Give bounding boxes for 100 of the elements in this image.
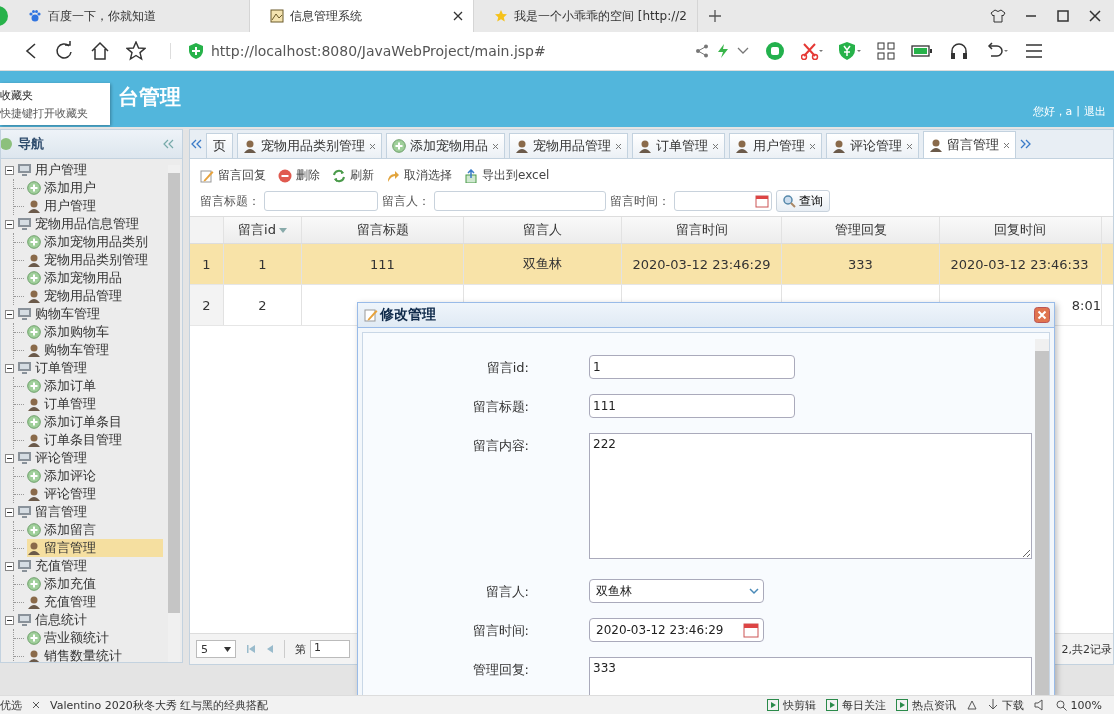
tab[interactable]: 评论管理 — [826, 133, 919, 158]
status-item[interactable]: 热点资讯 — [895, 697, 956, 713]
tree-item[interactable]: 添加留言 — [27, 521, 98, 539]
url-text[interactable]: http://localhost:8080/JavaWebProject/main.jsp# — [211, 43, 546, 59]
tree-folder[interactable]: 留言管理 — [35, 503, 87, 521]
text-area[interactable]: 333 — [589, 657, 1032, 695]
date-field[interactable]: 2020-03-12 23:46:29 — [589, 618, 764, 642]
grid-icon[interactable] — [877, 42, 895, 60]
tree-item[interactable]: 留言管理 — [27, 539, 163, 557]
tree-item[interactable]: 充值管理 — [27, 593, 98, 611]
tree-folder[interactable]: 宠物用品信息管理 — [35, 215, 139, 233]
text-area[interactable]: 222 — [589, 433, 1032, 559]
chevron-down-icon[interactable] — [737, 47, 749, 55]
expander-icon[interactable] — [5, 507, 14, 517]
scissors-icon[interactable] — [801, 42, 823, 60]
back-icon[interactable] — [24, 42, 38, 60]
tree-item[interactable]: 添加评论 — [27, 467, 98, 485]
tree-item[interactable]: 营业额统计 — [27, 629, 111, 647]
calendar-icon[interactable] — [755, 194, 769, 208]
page-field[interactable]: 1 — [310, 640, 350, 658]
status-item[interactable]: 快剪辑 — [766, 697, 816, 713]
tree-item[interactable]: 用户管理 — [27, 197, 98, 215]
tree-folder[interactable]: 评论管理 — [35, 449, 87, 467]
lightning-icon[interactable] — [717, 44, 729, 58]
tree-item[interactable]: 添加订单条目 — [27, 413, 124, 431]
column-header[interactable]: 回复时间 — [940, 217, 1102, 243]
expander-icon[interactable] — [5, 309, 14, 319]
yen-shield-icon[interactable] — [839, 42, 861, 60]
share-icon[interactable] — [695, 44, 709, 58]
column-header[interactable]: 留言人 — [464, 217, 622, 243]
column-header[interactable]: 留言id — [224, 217, 302, 243]
tree-folder[interactable]: 用户管理 — [35, 161, 87, 179]
tab[interactable]: 留言管理 — [923, 131, 1016, 158]
column-header[interactable]: 管理回复 — [782, 217, 940, 243]
tree-item[interactable]: 宠物用品管理 — [27, 287, 124, 305]
tree-item[interactable]: 添加购物车 — [27, 323, 111, 341]
expander-icon[interactable] — [5, 363, 14, 373]
battery-icon[interactable] — [911, 44, 933, 58]
search-field[interactable] — [264, 191, 378, 211]
tree-folder[interactable]: 购物车管理 — [35, 305, 100, 323]
menu-icon[interactable] — [1025, 43, 1043, 59]
star-icon[interactable] — [126, 41, 146, 61]
select-field[interactable]: 双鱼林 — [589, 579, 764, 603]
input-field[interactable]: 1 — [589, 355, 795, 379]
news-headline[interactable]: Valentino 2020秋冬大秀 红与黑的经典搭配 — [50, 697, 269, 713]
browser-tab[interactable]: 信息管理系统 — [250, 0, 474, 32]
tab[interactable]: 宠物用品类别管理 — [237, 133, 382, 158]
zoom-level[interactable]: 100% — [1055, 698, 1102, 712]
tree-folder[interactable]: 信息统计 — [35, 611, 87, 629]
toolbar-button[interactable]: 删除 — [276, 165, 322, 186]
page-size-select[interactable]: 5 — [196, 640, 236, 658]
undo-icon[interactable] — [985, 42, 1009, 60]
tree-item[interactable]: 添加订单 — [27, 377, 98, 395]
tree-item[interactable]: 添加宠物用品类别 — [27, 233, 150, 251]
headphones-icon[interactable] — [949, 41, 969, 61]
close-icon[interactable] — [1088, 9, 1102, 23]
new-tab-icon[interactable] — [708, 9, 722, 23]
close-icon[interactable] — [32, 701, 40, 709]
input-field[interactable]: 111 — [589, 394, 795, 418]
column-header[interactable]: 留言时间 — [622, 217, 782, 243]
date-field[interactable] — [674, 191, 772, 211]
download-button[interactable]: 下载 — [987, 697, 1024, 713]
home-icon[interactable] — [90, 41, 110, 61]
reload-icon[interactable] — [54, 41, 74, 61]
table-row[interactable]: 1 1 111 双鱼林 2020-03-12 23:46:29 333 2020-03-12 23:46:33 — [190, 244, 1113, 285]
close-icon[interactable] — [453, 11, 463, 21]
tab[interactable]: 用户管理 — [729, 133, 822, 158]
tree-item[interactable]: 订单条目管理 — [27, 431, 124, 449]
shirt-icon[interactable] — [990, 9, 1006, 23]
toolbar-button[interactable]: 导出到excel — [462, 165, 552, 186]
tree-item[interactable]: 评论管理 — [27, 485, 98, 503]
search-button[interactable]: 查询 — [776, 190, 830, 212]
expander-icon[interactable] — [5, 165, 14, 175]
expander-icon[interactable] — [5, 219, 14, 229]
tree-item[interactable]: 添加宠物用品 — [27, 269, 124, 287]
tree-item[interactable]: 销售数量统计 — [27, 647, 124, 662]
expander-icon[interactable] — [5, 561, 14, 571]
speaker-icon[interactable] — [1033, 699, 1046, 711]
column-header[interactable]: 留言标题 — [302, 217, 464, 243]
tree-item[interactable]: 宠物用品类别管理 — [27, 251, 150, 269]
tree-item[interactable]: 添加用户 — [27, 179, 98, 197]
tab[interactable]: 宠物用品管理 — [509, 133, 628, 158]
scrollbar[interactable] — [168, 165, 180, 662]
tree-item[interactable]: 购物车管理 — [27, 341, 111, 359]
tab[interactable]: 添加宠物用品 — [386, 133, 505, 158]
tab[interactable]: 订单管理 — [632, 133, 725, 158]
scroll-left-icon[interactable] — [190, 139, 202, 149]
status-item[interactable]: 每日关注 — [825, 697, 886, 713]
tree-folder[interactable]: 充值管理 — [35, 557, 87, 575]
expander-icon[interactable] — [5, 615, 14, 625]
search-field[interactable] — [434, 191, 606, 211]
maximize-icon[interactable] — [1056, 9, 1070, 23]
scroll-right-icon[interactable] — [1020, 139, 1032, 149]
expander-icon[interactable] — [5, 453, 14, 463]
toolbar-button[interactable]: 留言回复 — [198, 165, 268, 186]
tree-item[interactable]: 订单管理 — [27, 395, 98, 413]
toolbar-button[interactable]: 取消选择 — [384, 165, 454, 186]
scrollbar[interactable] — [1035, 339, 1049, 695]
tree-folder[interactable]: 订单管理 — [35, 359, 87, 377]
tree-item[interactable]: 添加充值 — [27, 575, 98, 593]
